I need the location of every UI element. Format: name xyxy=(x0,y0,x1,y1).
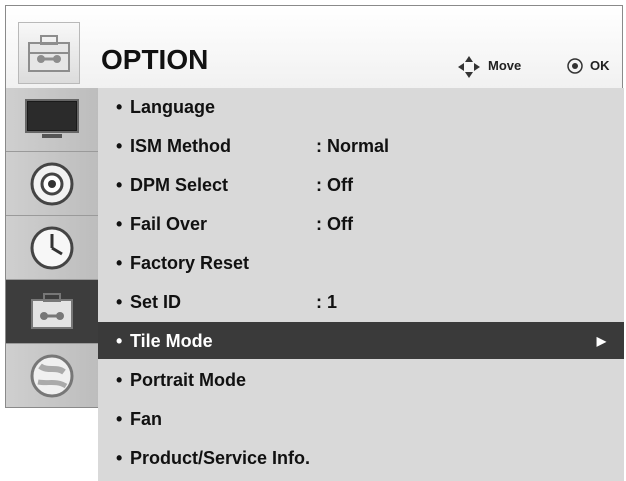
menu-item-label: Portrait Mode xyxy=(130,370,247,390)
menu-item-label: Fan xyxy=(130,409,163,429)
bullet: • xyxy=(116,292,123,312)
header: OPTION Move OK xyxy=(6,6,622,88)
menu-item-fan[interactable]: • Fan xyxy=(98,400,624,437)
globe-icon xyxy=(30,354,74,398)
menu-item-factory-reset[interactable]: • Factory Reset xyxy=(98,244,624,281)
menu-item-dpm-select[interactable]: • DPM Select : Off xyxy=(98,166,624,203)
ok-button-icon xyxy=(567,58,583,74)
menu-item-label: Language xyxy=(130,97,216,117)
menu-item-label: Fail Over xyxy=(130,214,208,234)
tv-icon xyxy=(25,99,79,138)
bullet: • xyxy=(116,175,123,195)
sidebar-item-picture[interactable] xyxy=(6,88,98,152)
menu-item-portrait-mode[interactable]: • Portrait Mode xyxy=(98,361,624,398)
menu-item-ism-method[interactable]: • ISM Method : Normal xyxy=(98,127,624,164)
menu-item-label: Factory Reset xyxy=(130,253,250,273)
sidebar-item-option[interactable] xyxy=(6,280,98,344)
move-hint-label: Move xyxy=(488,58,522,73)
toolbox-icon xyxy=(18,22,80,84)
menu-item-value: : 1 xyxy=(316,292,338,312)
menu-item-tile-mode[interactable]: • Tile Mode ▶ xyxy=(98,322,624,359)
sidebar xyxy=(6,88,98,407)
sidebar-item-network[interactable] xyxy=(6,344,98,407)
bullet: • xyxy=(116,448,123,468)
bullet: • xyxy=(116,253,123,273)
sidebar-item-audio[interactable] xyxy=(6,152,98,216)
speaker-icon xyxy=(30,162,74,206)
bullet: • xyxy=(116,370,123,390)
page-title: OPTION xyxy=(101,44,209,75)
ok-hint-label: OK xyxy=(590,58,610,73)
sidebar-item-time[interactable] xyxy=(6,216,98,280)
menu-item-label: Tile Mode xyxy=(130,331,213,351)
bullet: • xyxy=(116,214,123,234)
dpad-move-icon xyxy=(458,56,480,78)
menu-item-label: Set ID xyxy=(130,292,182,312)
toolbox-icon xyxy=(31,293,73,329)
menu-item-product-service-info[interactable]: • Product/Service Info. xyxy=(98,439,624,476)
menu-item-language[interactable]: • Language xyxy=(98,88,624,125)
menu-item-value: : Off xyxy=(316,175,353,195)
menu-item-label: DPM Select xyxy=(130,175,229,195)
menu-item-value: : Normal xyxy=(316,136,390,156)
menu-item-set-id[interactable]: • Set ID : 1 xyxy=(98,283,624,320)
menu-item-label: Product/Service Info. xyxy=(130,448,311,468)
menu-item-fail-over[interactable]: • Fail Over : Off xyxy=(98,205,624,242)
bullet: • xyxy=(116,409,123,429)
menu-item-value: : Off xyxy=(316,214,353,234)
clock-icon xyxy=(30,226,74,270)
submenu-arrow-icon: ▶ xyxy=(596,334,606,348)
option-menu: • Language • ISM Method : Normal • DPM S… xyxy=(98,88,624,481)
menu-item-label: ISM Method xyxy=(130,136,231,156)
bullet: • xyxy=(116,136,123,156)
bullet: • xyxy=(116,97,123,117)
bullet: • xyxy=(116,331,123,351)
